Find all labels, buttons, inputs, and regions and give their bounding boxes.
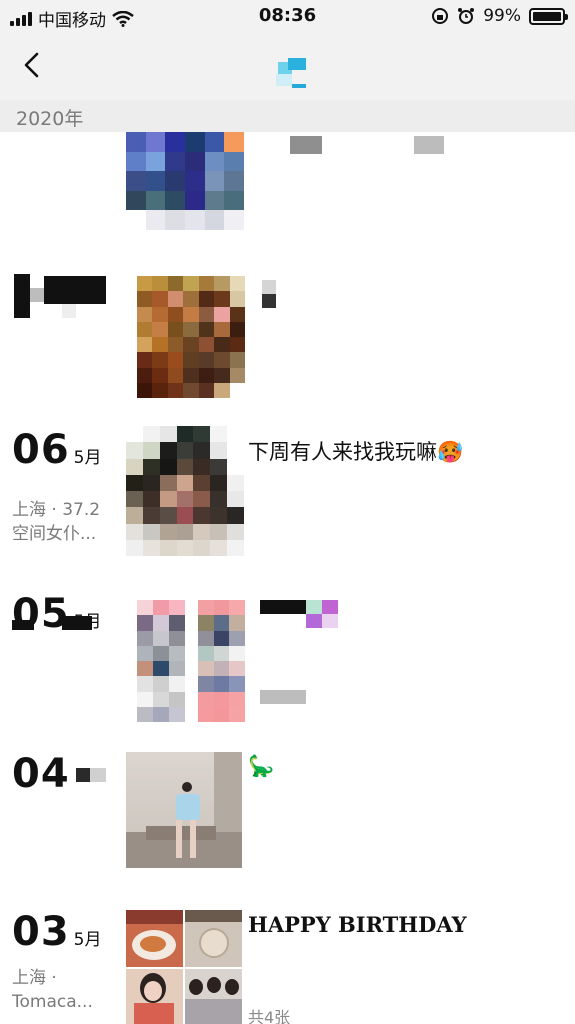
battery-percent: 99% <box>483 6 521 26</box>
battery-fill <box>533 11 561 21</box>
redacted-label <box>12 620 34 630</box>
post-text: HAPPY BIRTHDAY <box>248 912 467 937</box>
post-thumbnail[interactable] <box>137 600 185 722</box>
redacted-day <box>44 276 106 304</box>
post-emoji: 🦕 <box>248 754 275 778</box>
location-line: 上海 · 37.2 <box>12 500 101 520</box>
day-label: 04 <box>12 754 70 794</box>
redacted-label <box>90 768 106 782</box>
rotation-lock-icon <box>432 8 449 24</box>
timeline-entry-redacted[interactable] <box>0 262 575 402</box>
redacted-text <box>262 294 276 308</box>
post-thumbnail[interactable] <box>126 132 244 230</box>
battery-icon <box>529 7 568 25</box>
redacted-text <box>260 690 306 704</box>
month-label: 5月 <box>73 448 102 468</box>
timeline-entry[interactable]: 05 5月 <box>0 590 575 730</box>
redacted-text <box>322 614 338 628</box>
location-line-2: 空间女仆... <box>12 524 97 544</box>
redacted-day <box>62 304 76 318</box>
redacted-text <box>306 600 322 614</box>
alarm-icon <box>458 8 475 24</box>
post-text: 下周有人来找我玩嘛🥵 <box>248 440 464 464</box>
status-bar: 中国移动 08:36 99% <box>0 0 575 34</box>
timeline-entry[interactable]: 03 5月 上海 · Tomaca... HAPPY BIRTHDAY 共4张 <box>0 908 575 1024</box>
day-label: 03 5月 <box>12 912 102 952</box>
redacted-text <box>414 136 444 154</box>
month-label: 5月 <box>73 930 102 950</box>
day-label: 06 5月 <box>12 430 102 470</box>
post-thumbnail[interactable] <box>137 276 245 398</box>
location-line: 上海 · <box>12 968 57 988</box>
redacted-text <box>290 136 322 154</box>
timeline-entry-partial-top[interactable] <box>0 132 575 242</box>
timeline-entry[interactable]: 06 5月 上海 · 37.2 空间女仆... 下周有人来找我玩嘛🥵 <box>0 426 575 556</box>
day-number: 06 <box>12 427 70 473</box>
post-thumbnail[interactable] <box>126 426 244 556</box>
day-number: 04 <box>12 751 70 797</box>
day-number: 03 <box>12 909 70 955</box>
profile-avatar[interactable] <box>274 58 308 92</box>
redacted-text <box>306 614 322 628</box>
nav-bar <box>0 34 575 100</box>
redacted-day <box>30 288 44 302</box>
post-thumbnail[interactable] <box>198 600 245 722</box>
year-header: 2020年 <box>0 100 575 132</box>
post-photo[interactable] <box>185 969 242 1024</box>
post-photo[interactable] <box>185 910 242 967</box>
photo-count: 共4张 <box>248 1008 291 1024</box>
redacted-label <box>62 616 92 630</box>
timeline-entry[interactable]: 04 🦕 <box>0 752 575 870</box>
redacted-label <box>76 768 90 782</box>
redacted-text <box>322 600 338 614</box>
post-photo[interactable] <box>126 910 183 967</box>
status-right: 99% <box>431 6 568 26</box>
redacted-text <box>260 600 306 614</box>
redacted-day <box>14 274 30 318</box>
redacted-text <box>262 280 276 294</box>
post-photo[interactable] <box>126 969 183 1024</box>
chevron-left-icon[interactable] <box>16 48 50 82</box>
timeline-feed[interactable]: 06 5月 上海 · 37.2 空间女仆... 下周有人来找我玩嘛🥵 05 5月 <box>0 132 575 1024</box>
location-line-2: Tomaca... <box>12 992 93 1012</box>
post-photo[interactable] <box>126 752 242 868</box>
